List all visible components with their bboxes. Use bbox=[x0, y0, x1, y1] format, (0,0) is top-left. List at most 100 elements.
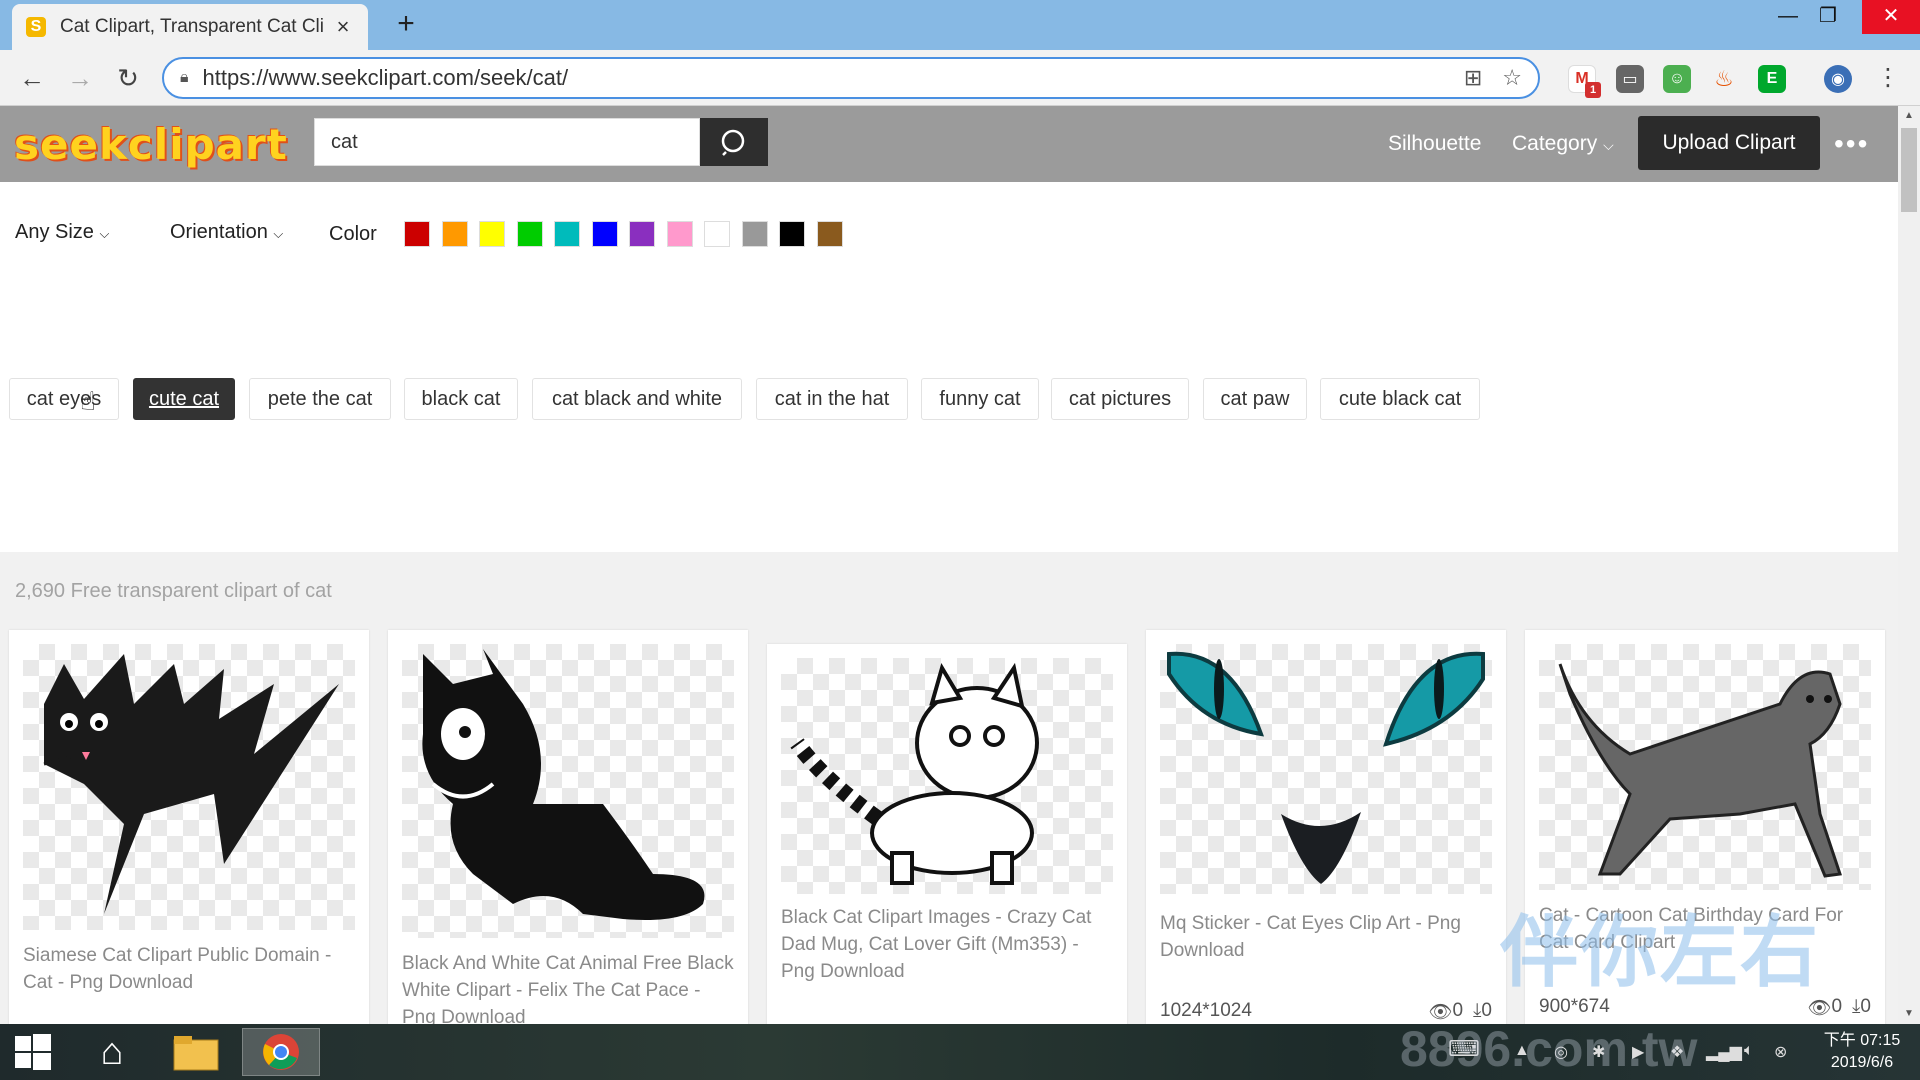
dropbox-icon[interactable]: ❖ bbox=[1670, 1042, 1684, 1062]
tag-cat-eyes[interactable]: cat eyes bbox=[9, 378, 119, 420]
fire-extension-icon[interactable]: ♨ bbox=[1710, 65, 1738, 93]
clipart-card[interactable]: Black And White Cat Animal Free Black Wh… bbox=[388, 630, 748, 1030]
tray-media-icon[interactable]: ▶ bbox=[1632, 1042, 1644, 1062]
spiky-cat-image bbox=[43, 654, 339, 914]
tab-close-icon[interactable]: × bbox=[332, 16, 354, 38]
address-bar[interactable]: 🔒︎ https://www.seekclipart.com/seek/cat/… bbox=[162, 57, 1540, 99]
clipart-thumbnail[interactable] bbox=[1160, 644, 1492, 894]
tag-cat-paw[interactable]: cat paw bbox=[1203, 378, 1307, 420]
results-section: 2,690 Free transparent clipart of cat Si… bbox=[0, 552, 1898, 1030]
translate-icon[interactable]: ⊞ bbox=[1464, 65, 1482, 91]
scroll-down-icon[interactable]: ▼ bbox=[1898, 1004, 1920, 1024]
cat-eyes-image bbox=[1167, 651, 1485, 884]
chrome-taskbar-icon[interactable] bbox=[242, 1028, 320, 1076]
color-swatch[interactable] bbox=[404, 221, 430, 247]
tag-cute-black-cat[interactable]: cute black cat bbox=[1320, 378, 1480, 420]
tag-cute-cat[interactable]: cute cat bbox=[133, 378, 235, 420]
restore-icon[interactable]: ❐ bbox=[1804, 0, 1852, 34]
mouse-cursor-icon: ☝ bbox=[80, 386, 96, 416]
chrome-menu-icon[interactable]: ⋮ bbox=[1872, 62, 1904, 94]
home-icon[interactable]: ⌂ bbox=[84, 1028, 140, 1076]
color-swatch[interactable] bbox=[441, 221, 468, 247]
clipart-thumbnail[interactable] bbox=[781, 658, 1113, 894]
size-filter[interactable]: Any Size ⌵ bbox=[15, 221, 109, 244]
tray-expand-icon[interactable]: ▲ bbox=[1514, 1042, 1530, 1060]
color-swatch[interactable] bbox=[479, 221, 505, 247]
reload-icon[interactable]: ↻ bbox=[112, 62, 144, 94]
color-swatch[interactable] bbox=[554, 221, 580, 247]
scroll-up-icon[interactable]: ▲ bbox=[1898, 106, 1920, 126]
clipart-thumbnail[interactable] bbox=[402, 644, 734, 938]
chat-extension-icon[interactable]: ▭ bbox=[1616, 65, 1644, 93]
tag-cat-pictures[interactable]: cat pictures bbox=[1051, 378, 1189, 420]
color-swatch[interactable] bbox=[779, 221, 805, 247]
window-close-icon[interactable]: ✕ bbox=[1862, 0, 1920, 34]
bookmark-star-icon[interactable]: ☆ bbox=[1502, 65, 1522, 91]
clipart-card[interactable]: Cat - Cartoon Cat Birthday Card For Cat … bbox=[1525, 630, 1885, 1030]
tag-cat-in-the-hat[interactable]: cat in the hat bbox=[756, 378, 908, 420]
search-icon bbox=[721, 129, 745, 156]
nav-silhouette[interactable]: Silhouette bbox=[1388, 132, 1481, 156]
view-count: 0 bbox=[1452, 1000, 1464, 1021]
color-swatch[interactable] bbox=[666, 221, 693, 247]
tag-funny-cat[interactable]: funny cat bbox=[921, 378, 1039, 420]
search-input[interactable] bbox=[314, 118, 700, 166]
clipart-dimensions: 1024*1024 bbox=[1160, 1000, 1252, 1021]
clipart-thumbnail[interactable] bbox=[1539, 644, 1871, 890]
color-swatch[interactable] bbox=[741, 221, 768, 247]
gmail-extension-icon[interactable]: M1 bbox=[1568, 65, 1601, 98]
chrome-logo-icon bbox=[263, 1034, 299, 1070]
upload-clipart-button[interactable]: Upload Clipart bbox=[1638, 116, 1820, 170]
notification-icon[interactable]: ⊗ bbox=[1774, 1042, 1787, 1062]
clipart-title[interactable]: Cat - Cartoon Cat Birthday Card For Cat … bbox=[1539, 902, 1871, 956]
site-logo[interactable]: seekclipart bbox=[14, 120, 288, 169]
color-swatch[interactable] bbox=[591, 221, 618, 247]
clipart-thumbnail[interactable] bbox=[23, 644, 355, 930]
orientation-filter-label: Orientation bbox=[170, 221, 268, 243]
windows-logo-icon bbox=[15, 1034, 51, 1070]
site-header: seekclipart Silhouette Category ⌵ Upload… bbox=[0, 106, 1898, 182]
eye-icon: 👁︎ bbox=[1428, 1002, 1453, 1023]
windows-start-icon[interactable] bbox=[8, 1028, 58, 1076]
new-tab-button[interactable]: + bbox=[390, 8, 422, 40]
color-swatch[interactable] bbox=[816, 221, 843, 247]
clipart-card[interactable]: Siamese Cat Clipart Public Domain - Cat … bbox=[9, 630, 369, 1030]
clipart-card[interactable]: Mq Sticker - Cat Eyes Clip Art - Png Dow… bbox=[1146, 630, 1506, 1030]
file-explorer-icon[interactable] bbox=[164, 1028, 228, 1076]
tag-cat-black-and-white[interactable]: cat black and white bbox=[532, 378, 742, 420]
evernote-extension-icon[interactable]: E bbox=[1758, 65, 1786, 93]
download-icon[interactable]: ⤓ bbox=[1473, 1000, 1481, 1024]
color-swatch[interactable] bbox=[516, 221, 543, 247]
tag-pete-the-cat[interactable]: pete the cat bbox=[249, 378, 391, 420]
orientation-filter[interactable]: Orientation ⌵ bbox=[170, 221, 283, 244]
profile-avatar-icon[interactable]: ◉ bbox=[1824, 65, 1852, 93]
volume-icon[interactable]: 🔈︎ bbox=[1744, 1042, 1754, 1060]
bluetooth-icon[interactable]: ✱ bbox=[1592, 1042, 1605, 1062]
clipart-title[interactable]: Black Cat Clipart Images - Crazy Cat Dad… bbox=[781, 904, 1113, 985]
keyboard-icon[interactable]: ⌨ bbox=[1448, 1036, 1480, 1062]
clipart-card[interactable]: Black Cat Clipart Images - Crazy Cat Dad… bbox=[767, 644, 1127, 1030]
url-text[interactable]: https://www.seekclipart.com/seek/cat/ bbox=[203, 65, 1444, 91]
taskbar-clock[interactable]: 下午 07:15 2019/6/6 bbox=[1810, 1030, 1914, 1074]
nav-category[interactable]: Category ⌵ bbox=[1512, 132, 1614, 156]
search-button[interactable] bbox=[700, 118, 768, 166]
browser-toolbar: ← → ↻ 🔒︎ https://www.seekclipart.com/see… bbox=[0, 50, 1920, 106]
network-icon[interactable]: ▂▄▆ bbox=[1706, 1042, 1742, 1062]
browser-tab[interactable]: S Cat Clipart, Transparent Cat Cli × bbox=[12, 4, 368, 50]
color-swatch[interactable] bbox=[704, 221, 730, 247]
folder-icon bbox=[173, 1036, 219, 1071]
scroll-thumb[interactable] bbox=[1901, 128, 1917, 212]
tag-black-cat[interactable]: black cat bbox=[404, 378, 518, 420]
clipart-title[interactable]: Black And White Cat Animal Free Black Wh… bbox=[402, 950, 734, 1030]
eye-icon: 👁︎ bbox=[1807, 998, 1832, 1019]
more-menu-icon[interactable]: ••• bbox=[1834, 128, 1869, 160]
forward-icon[interactable]: → bbox=[64, 62, 96, 94]
clipart-title[interactable]: Siamese Cat Clipart Public Domain - Cat … bbox=[23, 942, 355, 996]
download-icon[interactable]: ⤓ bbox=[1852, 996, 1860, 1020]
tray-app-icon[interactable]: ◎ bbox=[1554, 1042, 1568, 1062]
back-icon[interactable]: ← bbox=[16, 62, 48, 94]
frog-extension-icon[interactable]: ☺ bbox=[1663, 65, 1691, 93]
clipart-title[interactable]: Mq Sticker - Cat Eyes Clip Art - Png Dow… bbox=[1160, 910, 1492, 964]
page-scrollbar[interactable]: ▲ ▼ bbox=[1898, 106, 1920, 1024]
color-swatch[interactable] bbox=[629, 221, 655, 247]
